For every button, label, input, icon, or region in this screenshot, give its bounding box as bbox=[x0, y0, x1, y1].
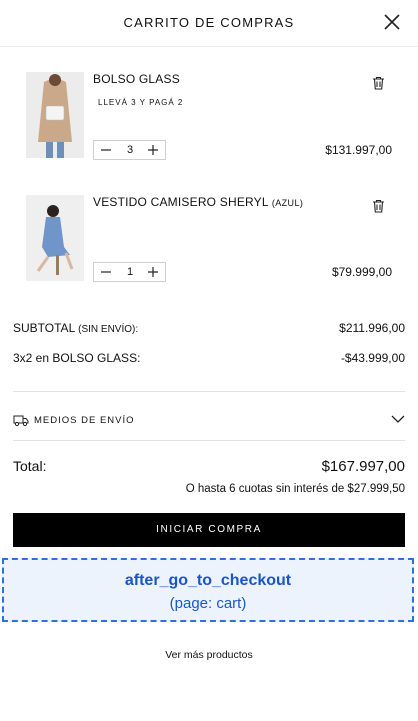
item-price: $131.997,00 bbox=[325, 143, 392, 157]
product-variant: (AZUL) bbox=[271, 198, 304, 208]
installments-info: O hasta 6 cuotas sin interés de $27.999,… bbox=[185, 483, 405, 495]
decrease-quantity-button[interactable] bbox=[97, 142, 115, 158]
item-price: $79.999,00 bbox=[331, 265, 392, 279]
overlay-subtitle: (page: cart) bbox=[169, 595, 247, 612]
product-name[interactable]: VESTIDO CAMISERO SHERYL (AZUL) bbox=[93, 195, 303, 209]
subtotal-label: SUBTOTAL (SIN ENVÍO): bbox=[13, 321, 139, 335]
cart-item: VESTIDO CAMISERO SHERYL (AZUL) 1 $79.999… bbox=[0, 195, 418, 295]
total-value: $167.997,00 bbox=[321, 458, 405, 475]
quantity-stepper: 3 bbox=[93, 140, 166, 160]
plus-icon bbox=[148, 267, 158, 277]
remove-item-button[interactable] bbox=[372, 199, 385, 213]
close-icon bbox=[384, 14, 400, 30]
increase-quantity-button[interactable] bbox=[144, 264, 162, 280]
overlay-title: after_go_to_checkout bbox=[124, 572, 292, 589]
truck-icon bbox=[13, 415, 29, 427]
chevron-down-icon bbox=[391, 415, 405, 423]
subtotal-value: $211.996,00 bbox=[339, 321, 405, 335]
remove-item-button[interactable] bbox=[372, 76, 385, 90]
start-checkout-button[interactable]: INICIAR COMPRA bbox=[13, 513, 405, 547]
decrease-quantity-button[interactable] bbox=[97, 264, 115, 280]
product-image[interactable] bbox=[26, 72, 84, 158]
quantity-value[interactable]: 3 bbox=[118, 144, 142, 156]
discount-value: -$43.999,00 bbox=[340, 351, 405, 365]
shipping-label: MEDIOS DE ENVÍO bbox=[34, 415, 135, 426]
plus-icon bbox=[148, 145, 158, 155]
quantity-value[interactable]: 1 bbox=[118, 266, 142, 278]
divider bbox=[13, 391, 405, 392]
quantity-stepper: 1 bbox=[93, 262, 166, 282]
divider bbox=[13, 440, 405, 441]
shipping-methods-toggle[interactable]: MEDIOS DE ENVÍO bbox=[13, 410, 405, 432]
product-name[interactable]: BOLSO GLASS bbox=[93, 72, 180, 86]
minus-icon bbox=[101, 271, 111, 273]
minus-icon bbox=[101, 149, 111, 151]
page-title: CARRITO DE COMPRAS bbox=[123, 15, 295, 30]
annotation-overlay: after_go_to_checkout (page: cart) bbox=[2, 558, 414, 622]
discount-label: 3x2 en BOLSO GLASS: bbox=[13, 351, 141, 365]
trash-icon bbox=[373, 76, 384, 90]
cart-header: CARRITO DE COMPRAS bbox=[0, 0, 418, 47]
promo-label: LLEVÁ 3 Y PAGÁ 2 bbox=[98, 98, 184, 107]
close-button[interactable] bbox=[382, 12, 402, 32]
total-label: Total: bbox=[13, 458, 47, 474]
product-image[interactable] bbox=[26, 195, 84, 281]
increase-quantity-button[interactable] bbox=[144, 142, 162, 158]
cart-item: BOLSO GLASS LLEVÁ 3 Y PAGÁ 2 3 $131.997,… bbox=[0, 72, 418, 172]
see-more-products-link[interactable]: Ver más productos bbox=[0, 649, 418, 661]
trash-icon bbox=[373, 199, 384, 213]
